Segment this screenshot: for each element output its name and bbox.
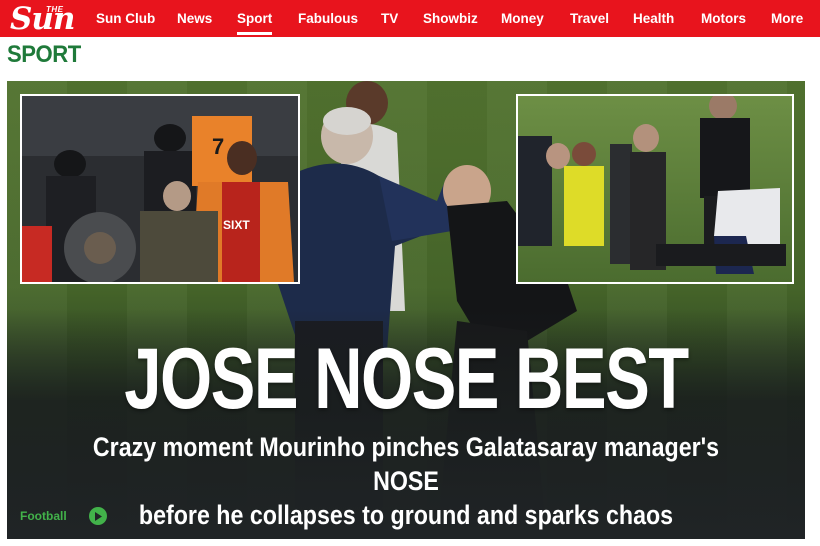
category-tag-label[interactable]: Football xyxy=(20,509,67,523)
nav-item-tv[interactable]: TV xyxy=(381,0,398,37)
top-navigation-bar: Sun THE Sun Club News Sport Fabulous TV … xyxy=(0,0,820,37)
nav-item-sun-club[interactable]: Sun Club xyxy=(96,0,155,37)
section-title[interactable]: SPORT xyxy=(7,41,81,69)
inset-photo-right xyxy=(516,94,794,284)
inset-left-scene xyxy=(22,96,298,282)
hero-headline[interactable]: JOSE NOSE BEST xyxy=(95,336,717,422)
play-icon[interactable] xyxy=(88,507,107,525)
logo-wordmark: Sun xyxy=(10,1,75,37)
nav-item-showbiz[interactable]: Showbiz xyxy=(423,0,478,37)
nav-item-travel[interactable]: Travel xyxy=(570,0,609,37)
shirt-sponsor-text: SIXT xyxy=(223,218,250,232)
nav-item-news[interactable]: News xyxy=(177,0,212,37)
nav-item-more[interactable]: More xyxy=(771,0,803,37)
standfirst-line-1: Crazy moment Mourinho pinches Galatasara… xyxy=(92,432,720,496)
nav-item-money[interactable]: Money xyxy=(501,0,544,37)
hero-story[interactable]: SIXT 7 JOSE NOSE BEST Crazy moment Mouri… xyxy=(7,81,805,539)
inset-right-scene xyxy=(518,96,792,282)
standfirst-line-2: before he collapses to ground and sparks… xyxy=(138,500,674,530)
inset-photo-left: SIXT 7 xyxy=(20,94,300,284)
nav-item-health[interactable]: Health xyxy=(633,0,674,37)
nav-item-fabulous[interactable]: Fabulous xyxy=(298,0,358,37)
category-tag[interactable]: Football xyxy=(20,507,107,525)
nav-item-motors[interactable]: Motors xyxy=(701,0,746,37)
sun-logo[interactable]: Sun THE xyxy=(10,2,82,35)
shirt-number: 7 xyxy=(212,134,225,159)
nav-item-sport[interactable]: Sport xyxy=(237,0,273,37)
logo-the: THE xyxy=(46,5,64,14)
hero-standfirst[interactable]: Crazy moment Mourinho pinches Galatasara… xyxy=(63,430,749,532)
